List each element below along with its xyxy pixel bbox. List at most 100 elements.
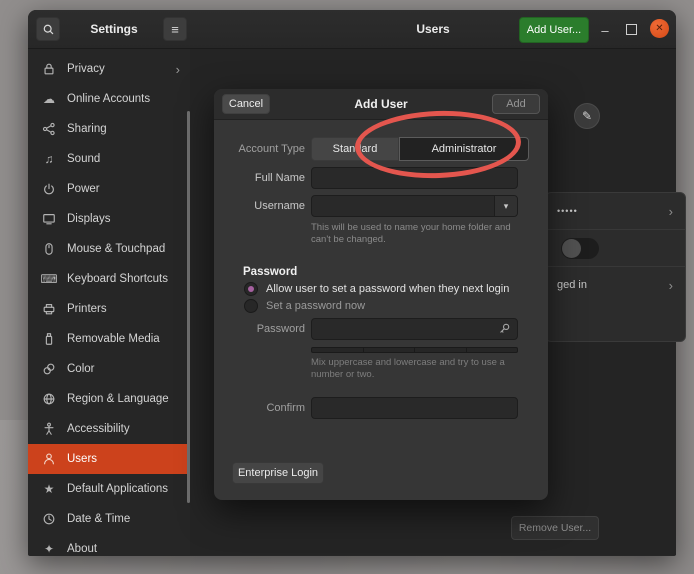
globe-icon — [41, 391, 57, 407]
radio-label: Set a password now — [266, 300, 365, 312]
sidebar-item-label: Online Accounts — [67, 93, 150, 105]
sidebar-item-removable-media[interactable]: Removable Media — [28, 324, 190, 354]
sidebar-item-label: Printers — [67, 303, 107, 315]
search-button[interactable] — [36, 17, 60, 41]
sidebar-item-label: Color — [67, 363, 94, 375]
chevron-down-icon: ▾ — [504, 201, 509, 212]
radio-set-now[interactable]: Set a password now — [244, 299, 365, 313]
sidebar-item-color[interactable]: Color — [28, 354, 190, 384]
sidebar-item-date-time[interactable]: Date & Time — [28, 504, 190, 534]
sidebar-item-label: Sound — [67, 153, 100, 165]
add-user-button[interactable]: Add User... — [519, 17, 589, 43]
sidebar-item-region-language[interactable]: Region & Language — [28, 384, 190, 414]
hamburger-icon: ≡ — [171, 22, 179, 37]
app-title: Settings — [68, 10, 160, 48]
headerbar: Settings ≡ Users Add User... – ✕ — [28, 10, 676, 49]
account-type-label: Account Type — [214, 143, 305, 155]
hamburger-menu-button[interactable]: ≡ — [163, 17, 187, 41]
dialog-header: Cancel Add User Add — [214, 89, 548, 120]
radio-label: Allow user to set a password when they n… — [266, 283, 509, 295]
printer-icon — [41, 301, 57, 317]
sidebar-item-label: Mouse & Touchpad — [67, 243, 165, 255]
sidebar-item-label: About — [67, 543, 97, 555]
chevron-right-icon: › — [176, 62, 180, 77]
minimize-button[interactable]: – — [598, 23, 612, 38]
maximize-button[interactable] — [626, 24, 637, 35]
sidebar-item-displays[interactable]: Displays — [28, 204, 190, 234]
sidebar-item-online-accounts[interactable]: ☁ Online Accounts — [28, 84, 190, 114]
music-note-icon: ♫ — [41, 151, 57, 167]
password-input[interactable] — [311, 318, 518, 340]
sidebar-item-sound[interactable]: ♫ Sound — [28, 144, 190, 174]
sidebar-item-label: Users — [67, 453, 97, 465]
password-strength-meter — [311, 347, 518, 353]
radio-unchecked-icon — [244, 299, 258, 313]
sidebar: Privacy › ☁ Online Accounts Sharing ♫ So… — [28, 49, 190, 555]
sidebar-item-label: Region & Language — [67, 393, 169, 405]
password-section-heading: Password — [243, 266, 297, 278]
toggle-knob — [562, 239, 581, 258]
full-name-label: Full Name — [214, 172, 305, 184]
username-label: Username — [214, 200, 305, 212]
radio-checked-icon — [244, 282, 258, 296]
sidebar-item-label: Displays — [67, 213, 110, 225]
password-label: Password — [214, 323, 305, 335]
sidebar-item-label: Date & Time — [67, 513, 130, 525]
radio-next-login[interactable]: Allow user to set a password when they n… — [244, 282, 509, 296]
add-button[interactable]: Add — [492, 94, 540, 114]
lock-icon — [41, 61, 57, 77]
logged-in-label: ged in — [557, 279, 587, 291]
sidebar-item-accessibility[interactable]: Accessibility — [28, 414, 190, 444]
sidebar-item-about[interactable]: ✦ About — [28, 534, 190, 564]
edit-avatar-button[interactable]: ✎ — [574, 103, 600, 129]
settings-window: Settings ≡ Users Add User... – ✕ Privacy… — [28, 10, 676, 556]
automatic-login-row — [546, 230, 685, 267]
sidebar-item-sharing[interactable]: Sharing — [28, 114, 190, 144]
search-icon — [42, 23, 55, 36]
removable-media-icon — [41, 331, 57, 347]
confirm-password-input[interactable] — [311, 397, 518, 419]
password-dots: ••••• — [557, 206, 578, 216]
share-icon — [41, 121, 57, 137]
desktop: Settings ≡ Users Add User... – ✕ Privacy… — [0, 0, 694, 574]
pencil-icon: ✎ — [582, 109, 592, 123]
username-help-text: This will be used to name your home fold… — [311, 222, 521, 246]
password-row[interactable]: ••••• › — [546, 193, 685, 230]
confirm-label: Confirm — [214, 402, 305, 414]
keyboard-icon: ⌨ — [41, 271, 57, 287]
sidebar-item-label: Keyboard Shortcuts — [67, 273, 168, 285]
clock-icon — [41, 511, 57, 527]
generate-password-icon[interactable] — [498, 322, 511, 340]
sidebar-item-mouse-touchpad[interactable]: Mouse & Touchpad — [28, 234, 190, 264]
sidebar-item-users[interactable]: Users — [28, 444, 190, 474]
automatic-login-toggle[interactable] — [561, 238, 599, 259]
sidebar-item-label: Sharing — [67, 123, 107, 135]
sidebar-item-power[interactable]: Power — [28, 174, 190, 204]
users-icon — [41, 451, 57, 467]
star-icon: ★ — [41, 481, 57, 497]
sidebar-item-label: Privacy — [67, 63, 105, 75]
user-settings-list: ••••• › ged in › — [545, 192, 686, 342]
remove-user-button[interactable]: Remove User... — [511, 516, 599, 540]
sidebar-item-label: Default Applications — [67, 483, 168, 495]
power-icon — [41, 181, 57, 197]
sidebar-item-label: Power — [67, 183, 100, 195]
logged-in-row[interactable]: ged in › — [546, 267, 685, 303]
sidebar-item-privacy[interactable]: Privacy › — [28, 54, 190, 84]
sidebar-item-printers[interactable]: Printers — [28, 294, 190, 324]
accessibility-icon — [41, 421, 57, 437]
sidebar-item-label: Accessibility — [67, 423, 130, 435]
sidebar-item-label: Removable Media — [67, 333, 160, 345]
username-input[interactable]: ▾ — [311, 195, 518, 217]
close-button[interactable]: ✕ — [650, 19, 669, 38]
sidebar-item-keyboard-shortcuts[interactable]: ⌨ Keyboard Shortcuts — [28, 264, 190, 294]
password-hint-text: Mix uppercase and lowercase and try to u… — [311, 357, 521, 381]
monitor-icon — [41, 211, 57, 227]
page-title: Users — [328, 10, 538, 48]
chevron-right-icon: › — [669, 204, 673, 219]
sidebar-item-default-applications[interactable]: ★ Default Applications — [28, 474, 190, 504]
cloud-icon: ☁ — [41, 91, 57, 107]
enterprise-login-button[interactable]: Enterprise Login — [232, 462, 324, 484]
mouse-icon — [41, 241, 57, 257]
username-dropdown-button[interactable]: ▾ — [494, 196, 517, 216]
